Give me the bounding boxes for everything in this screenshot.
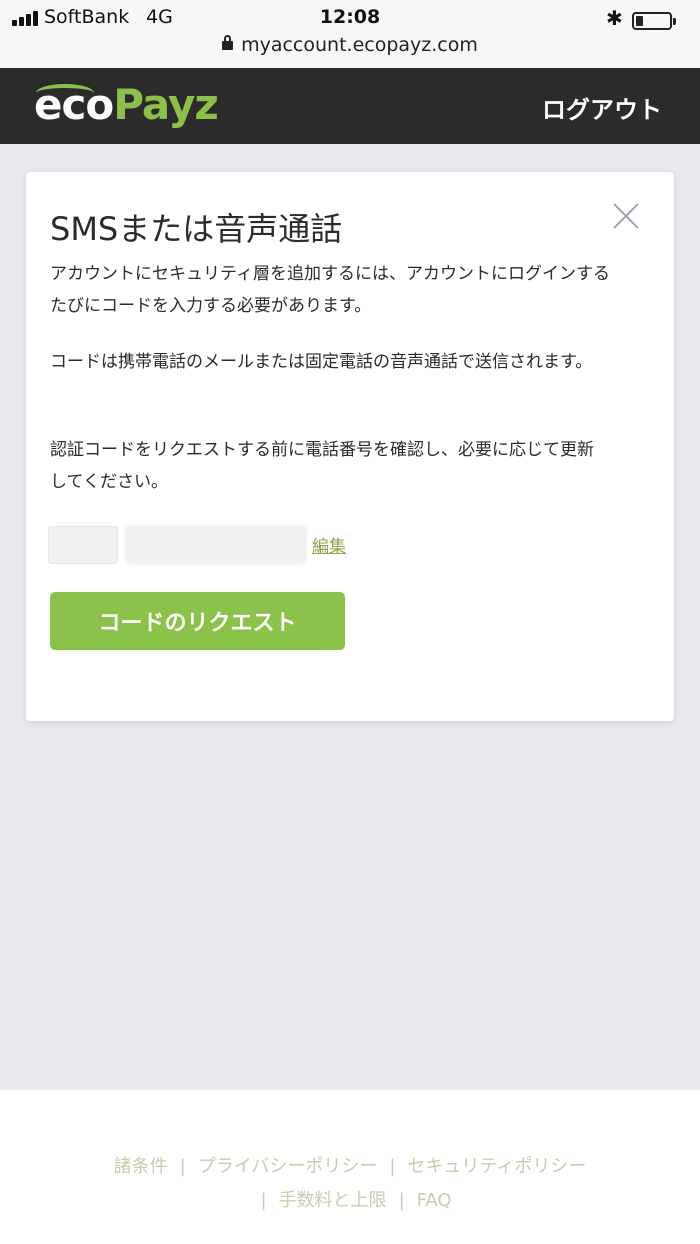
- battery-icon: [632, 12, 676, 30]
- url-text: myaccount.ecopayz.com: [241, 34, 478, 56]
- edit-phone-link[interactable]: 編集: [312, 532, 346, 557]
- close-icon[interactable]: [612, 202, 640, 230]
- logo-swoosh-icon: [36, 84, 94, 102]
- footer-separator: |: [398, 1190, 405, 1211]
- dialog-paragraph-2: コードは携帯電話のメールまたは固定電話の音声通話で送信されます。: [50, 352, 593, 372]
- logout-link[interactable]: ログアウト: [542, 90, 662, 125]
- phone-number-field: [126, 526, 306, 564]
- footer-link-terms[interactable]: 諸条件: [114, 1156, 168, 1177]
- footer-separator: |: [389, 1156, 396, 1177]
- ecopayz-logo[interactable]: ecoPayz: [34, 80, 219, 130]
- footer-link-security[interactable]: セキュリティポリシー: [407, 1156, 586, 1177]
- sms-voice-dialog: SMSまたは音声通話 アカウントにセキュリティ層を追加するには、アカウントにログ…: [26, 172, 674, 721]
- request-code-button[interactable]: コードのリクエスト: [50, 592, 345, 650]
- footer-links: 諸条件 | プライバシーポリシー | セキュリティポリシー | 手数料と上限 | FAQ: [0, 1150, 700, 1218]
- address-bar[interactable]: myaccount.ecopayz.com: [0, 34, 700, 56]
- clock: 12:08: [319, 6, 381, 28]
- dialog-paragraph-1: アカウントにセキュリティ層を追加するには、アカウントにログインするたびにコードを…: [50, 264, 610, 316]
- site-footer: 諸条件 | プライバシーポリシー | セキュリティポリシー | 手数料と上限 | FAQ: [0, 1090, 700, 1244]
- dialog-paragraph-3: 認証コードをリクエストする前に電話番号を確認し、必要に応じて更新してください。: [50, 440, 594, 492]
- site-header: ecoPayz ログアウト: [0, 68, 700, 144]
- status-bar: SoftBank 4G 12:08 ✱ myaccount.ecopayz.co…: [0, 0, 700, 68]
- footer-separator: |: [179, 1156, 186, 1177]
- footer-separator: |: [260, 1190, 267, 1211]
- footer-link-faq[interactable]: FAQ: [417, 1190, 452, 1211]
- lock-icon: [222, 35, 234, 50]
- footer-link-fees[interactable]: 手数料と上限: [279, 1190, 387, 1211]
- footer-link-privacy[interactable]: プライバシーポリシー: [198, 1156, 378, 1177]
- country-code-field: [48, 526, 118, 564]
- bluetooth-icon: ✱: [606, 6, 623, 30]
- dialog-title: SMSまたは音声通話: [50, 210, 343, 248]
